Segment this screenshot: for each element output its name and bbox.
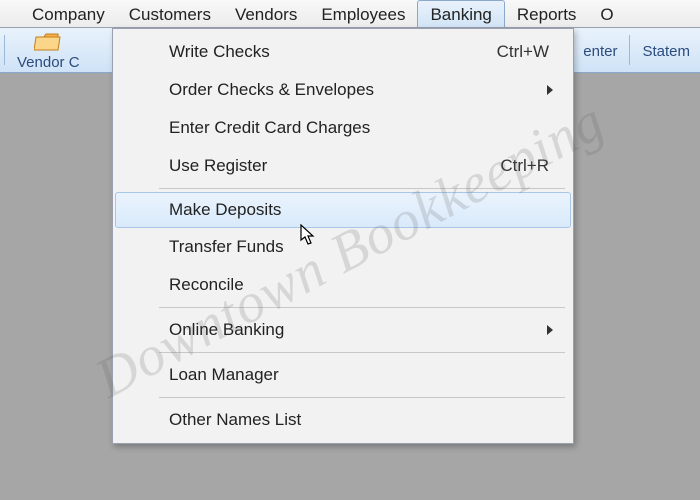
toolbar-divider — [4, 35, 5, 66]
item-label: Loan Manager — [169, 365, 553, 385]
menu-banking[interactable]: Banking — [417, 0, 504, 27]
menu-separator — [159, 307, 565, 308]
menu-label: Company — [32, 5, 105, 25]
menu-item-use-register[interactable]: Use Register Ctrl+R — [115, 147, 571, 185]
menu-separator — [159, 352, 565, 353]
menu-label: Employees — [321, 5, 405, 25]
toolbar-label: enter — [583, 43, 617, 60]
menu-item-reconcile[interactable]: Reconcile — [115, 266, 571, 304]
menu-company[interactable]: Company — [20, 0, 117, 27]
menu-employees[interactable]: Employees — [309, 0, 417, 27]
toolbar-divider — [629, 35, 630, 66]
toolbar-label: Vendor C — [17, 54, 80, 71]
menu-customers[interactable]: Customers — [117, 0, 223, 27]
menu-reports[interactable]: Reports — [505, 0, 589, 27]
item-label: Reconcile — [169, 275, 553, 295]
item-label: Enter Credit Card Charges — [169, 118, 553, 138]
menu-item-order-checks[interactable]: Order Checks & Envelopes — [115, 71, 571, 109]
item-accel: Ctrl+W — [497, 42, 553, 62]
menu-item-other-names[interactable]: Other Names List — [115, 401, 571, 439]
folder-icon — [34, 32, 62, 54]
item-label: Order Checks & Envelopes — [169, 80, 539, 100]
item-label: Use Register — [169, 156, 500, 176]
menu-label: Reports — [517, 5, 577, 25]
menu-item-loan-manager[interactable]: Loan Manager — [115, 356, 571, 394]
item-label: Transfer Funds — [169, 237, 553, 257]
chevron-right-icon — [547, 325, 553, 335]
menu-item-online-banking[interactable]: Online Banking — [115, 311, 571, 349]
item-label: Online Banking — [169, 320, 539, 340]
menu-label: O — [600, 5, 613, 25]
menu-item-write-checks[interactable]: Write Checks Ctrl+W — [115, 33, 571, 71]
menu-item-transfer-funds[interactable]: Transfer Funds — [115, 228, 571, 266]
item-label: Write Checks — [169, 42, 497, 62]
menu-item-enter-cc[interactable]: Enter Credit Card Charges — [115, 109, 571, 147]
menu-separator — [159, 397, 565, 398]
enter-button[interactable]: enter — [573, 28, 627, 72]
vendor-center-button[interactable]: Vendor C — [7, 28, 90, 72]
menu-label: Vendors — [235, 5, 297, 25]
menu-label: Banking — [430, 5, 491, 25]
item-label: Make Deposits — [169, 200, 553, 220]
item-accel: Ctrl+R — [500, 156, 553, 176]
toolbar-label: Statem — [642, 43, 690, 60]
menu-item-make-deposits[interactable]: Make Deposits — [115, 192, 571, 228]
menu-separator — [159, 188, 565, 189]
banking-dropdown: Write Checks Ctrl+W Order Checks & Envel… — [112, 28, 574, 444]
menubar: Company Customers Vendors Employees Bank… — [0, 0, 700, 28]
menu-overflow[interactable]: O — [588, 0, 625, 27]
statements-button[interactable]: Statem — [632, 28, 700, 72]
item-label: Other Names List — [169, 410, 553, 430]
menu-vendors[interactable]: Vendors — [223, 0, 309, 27]
menu-label: Customers — [129, 5, 211, 25]
chevron-right-icon — [547, 85, 553, 95]
